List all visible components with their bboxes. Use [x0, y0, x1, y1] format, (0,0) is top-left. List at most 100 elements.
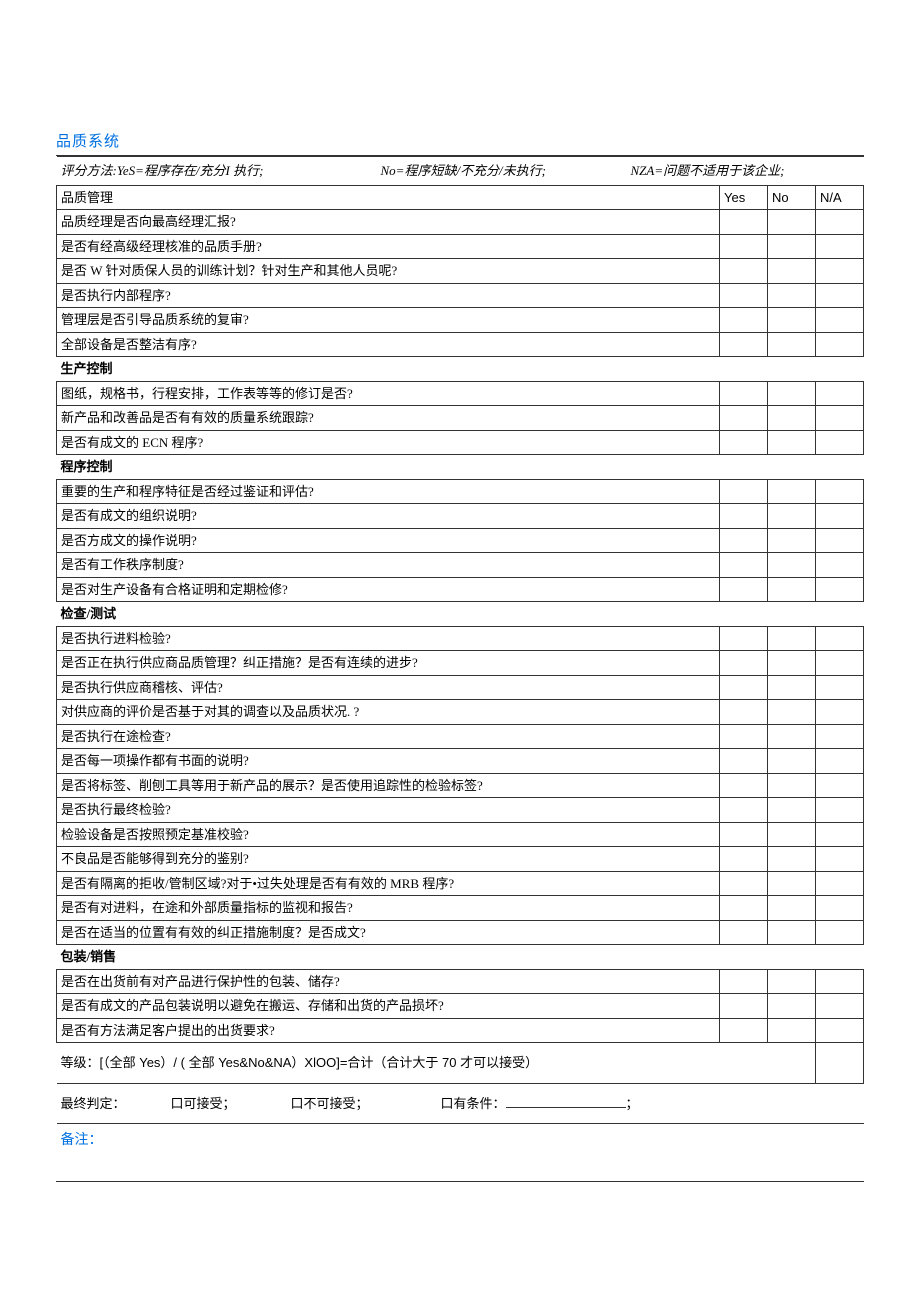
answer-cell-na[interactable] — [815, 553, 863, 578]
question-text: 品质经理是否向最高经理汇报? — [57, 210, 720, 235]
answer-cell-na[interactable] — [815, 1018, 863, 1043]
answer-cell-yes[interactable] — [719, 577, 767, 602]
answer-cell-no[interactable] — [767, 724, 815, 749]
answer-cell-na[interactable] — [815, 896, 863, 921]
answer-cell-na[interactable] — [815, 675, 863, 700]
answer-cell-na[interactable] — [815, 700, 863, 725]
answer-cell-yes[interactable] — [719, 749, 767, 774]
answer-cell-no[interactable] — [767, 210, 815, 235]
answer-cell-na[interactable] — [815, 847, 863, 872]
answer-cell-na[interactable] — [815, 920, 863, 945]
answer-cell-yes[interactable] — [719, 822, 767, 847]
audit-table: 评分方法:YeS=程序存在/充分I 执行;No=程序短缺/不充分/未执行;NZA… — [56, 156, 864, 1181]
answer-cell-na[interactable] — [815, 308, 863, 333]
scoring-no: No=程序短缺/不充分/未执行; — [381, 161, 631, 181]
answer-cell-no[interactable] — [767, 896, 815, 921]
answer-cell-na[interactable] — [815, 822, 863, 847]
question-text: 是否执行内部程序? — [57, 283, 720, 308]
answer-cell-yes[interactable] — [719, 381, 767, 406]
answer-cell-yes[interactable] — [719, 234, 767, 259]
answer-cell-yes[interactable] — [719, 406, 767, 431]
judge-condition-blank[interactable] — [506, 1095, 626, 1108]
answer-cell-no[interactable] — [767, 969, 815, 994]
answer-cell-no[interactable] — [767, 479, 815, 504]
answer-cell-na[interactable] — [815, 234, 863, 259]
answer-cell-no[interactable] — [767, 381, 815, 406]
answer-cell-na[interactable] — [815, 577, 863, 602]
answer-cell-yes[interactable] — [719, 479, 767, 504]
answer-cell-no[interactable] — [767, 283, 815, 308]
answer-cell-yes[interactable] — [719, 553, 767, 578]
answer-cell-na[interactable] — [815, 773, 863, 798]
answer-cell-no[interactable] — [767, 749, 815, 774]
answer-cell-na[interactable] — [815, 406, 863, 431]
answer-cell-no[interactable] — [767, 553, 815, 578]
answer-cell-no[interactable] — [767, 430, 815, 455]
answer-cell-na[interactable] — [815, 479, 863, 504]
answer-cell-no[interactable] — [767, 308, 815, 333]
answer-cell-no[interactable] — [767, 504, 815, 529]
answer-cell-no[interactable] — [767, 847, 815, 872]
answer-cell-no[interactable] — [767, 700, 815, 725]
answer-cell-na[interactable] — [815, 749, 863, 774]
answer-cell-na[interactable] — [815, 651, 863, 676]
answer-cell-yes[interactable] — [719, 651, 767, 676]
answer-cell-no[interactable] — [767, 332, 815, 357]
answer-cell-yes[interactable] — [719, 700, 767, 725]
answer-cell-yes[interactable] — [719, 871, 767, 896]
answer-cell-no[interactable] — [767, 871, 815, 896]
answer-cell-na[interactable] — [815, 332, 863, 357]
answer-cell-no[interactable] — [767, 773, 815, 798]
answer-cell-na[interactable] — [815, 626, 863, 651]
answer-cell-na[interactable] — [815, 994, 863, 1019]
answer-cell-na[interactable] — [815, 430, 863, 455]
answer-cell-no[interactable] — [767, 920, 815, 945]
answer-cell-yes[interactable] — [719, 675, 767, 700]
answer-cell-na[interactable] — [815, 528, 863, 553]
answer-cell-na[interactable] — [815, 210, 863, 235]
answer-cell-na[interactable] — [815, 381, 863, 406]
answer-cell-yes[interactable] — [719, 920, 767, 945]
answer-cell-yes[interactable] — [719, 1018, 767, 1043]
answer-cell-yes[interactable] — [719, 504, 767, 529]
answer-cell-no[interactable] — [767, 822, 815, 847]
answer-cell-no[interactable] — [767, 675, 815, 700]
answer-cell-yes[interactable] — [719, 283, 767, 308]
answer-cell-yes[interactable] — [719, 896, 767, 921]
answer-cell-no[interactable] — [767, 994, 815, 1019]
answer-cell-yes[interactable] — [719, 969, 767, 994]
answer-cell-na[interactable] — [815, 969, 863, 994]
answer-cell-no[interactable] — [767, 259, 815, 284]
section-heading: 包装/销售 — [57, 945, 864, 970]
answer-cell-no[interactable] — [767, 1018, 815, 1043]
answer-cell-yes[interactable] — [719, 847, 767, 872]
grade-result-cell[interactable] — [815, 1043, 863, 1084]
answer-cell-no[interactable] — [767, 406, 815, 431]
answer-cell-na[interactable] — [815, 724, 863, 749]
answer-cell-yes[interactable] — [719, 798, 767, 823]
page-title: 品质系统 — [56, 130, 864, 151]
answer-cell-no[interactable] — [767, 577, 815, 602]
answer-cell-no[interactable] — [767, 798, 815, 823]
answer-cell-yes[interactable] — [719, 528, 767, 553]
answer-cell-yes[interactable] — [719, 210, 767, 235]
answer-cell-yes[interactable] — [719, 308, 767, 333]
answer-cell-na[interactable] — [815, 504, 863, 529]
answer-cell-yes[interactable] — [719, 994, 767, 1019]
answer-cell-yes[interactable] — [719, 430, 767, 455]
answer-cell-no[interactable] — [767, 626, 815, 651]
question-text: 是否执行供应商稽核、评估? — [57, 675, 720, 700]
answer-cell-yes[interactable] — [719, 773, 767, 798]
answer-cell-yes[interactable] — [719, 626, 767, 651]
answer-cell-na[interactable] — [815, 871, 863, 896]
answer-cell-no[interactable] — [767, 234, 815, 259]
answer-cell-yes[interactable] — [719, 259, 767, 284]
answer-cell-yes[interactable] — [719, 332, 767, 357]
answer-cell-no[interactable] — [767, 651, 815, 676]
answer-cell-na[interactable] — [815, 283, 863, 308]
answer-cell-na[interactable] — [815, 798, 863, 823]
question-text: 是否有经高级经理核准的品质手册? — [57, 234, 720, 259]
answer-cell-na[interactable] — [815, 259, 863, 284]
answer-cell-yes[interactable] — [719, 724, 767, 749]
answer-cell-no[interactable] — [767, 528, 815, 553]
